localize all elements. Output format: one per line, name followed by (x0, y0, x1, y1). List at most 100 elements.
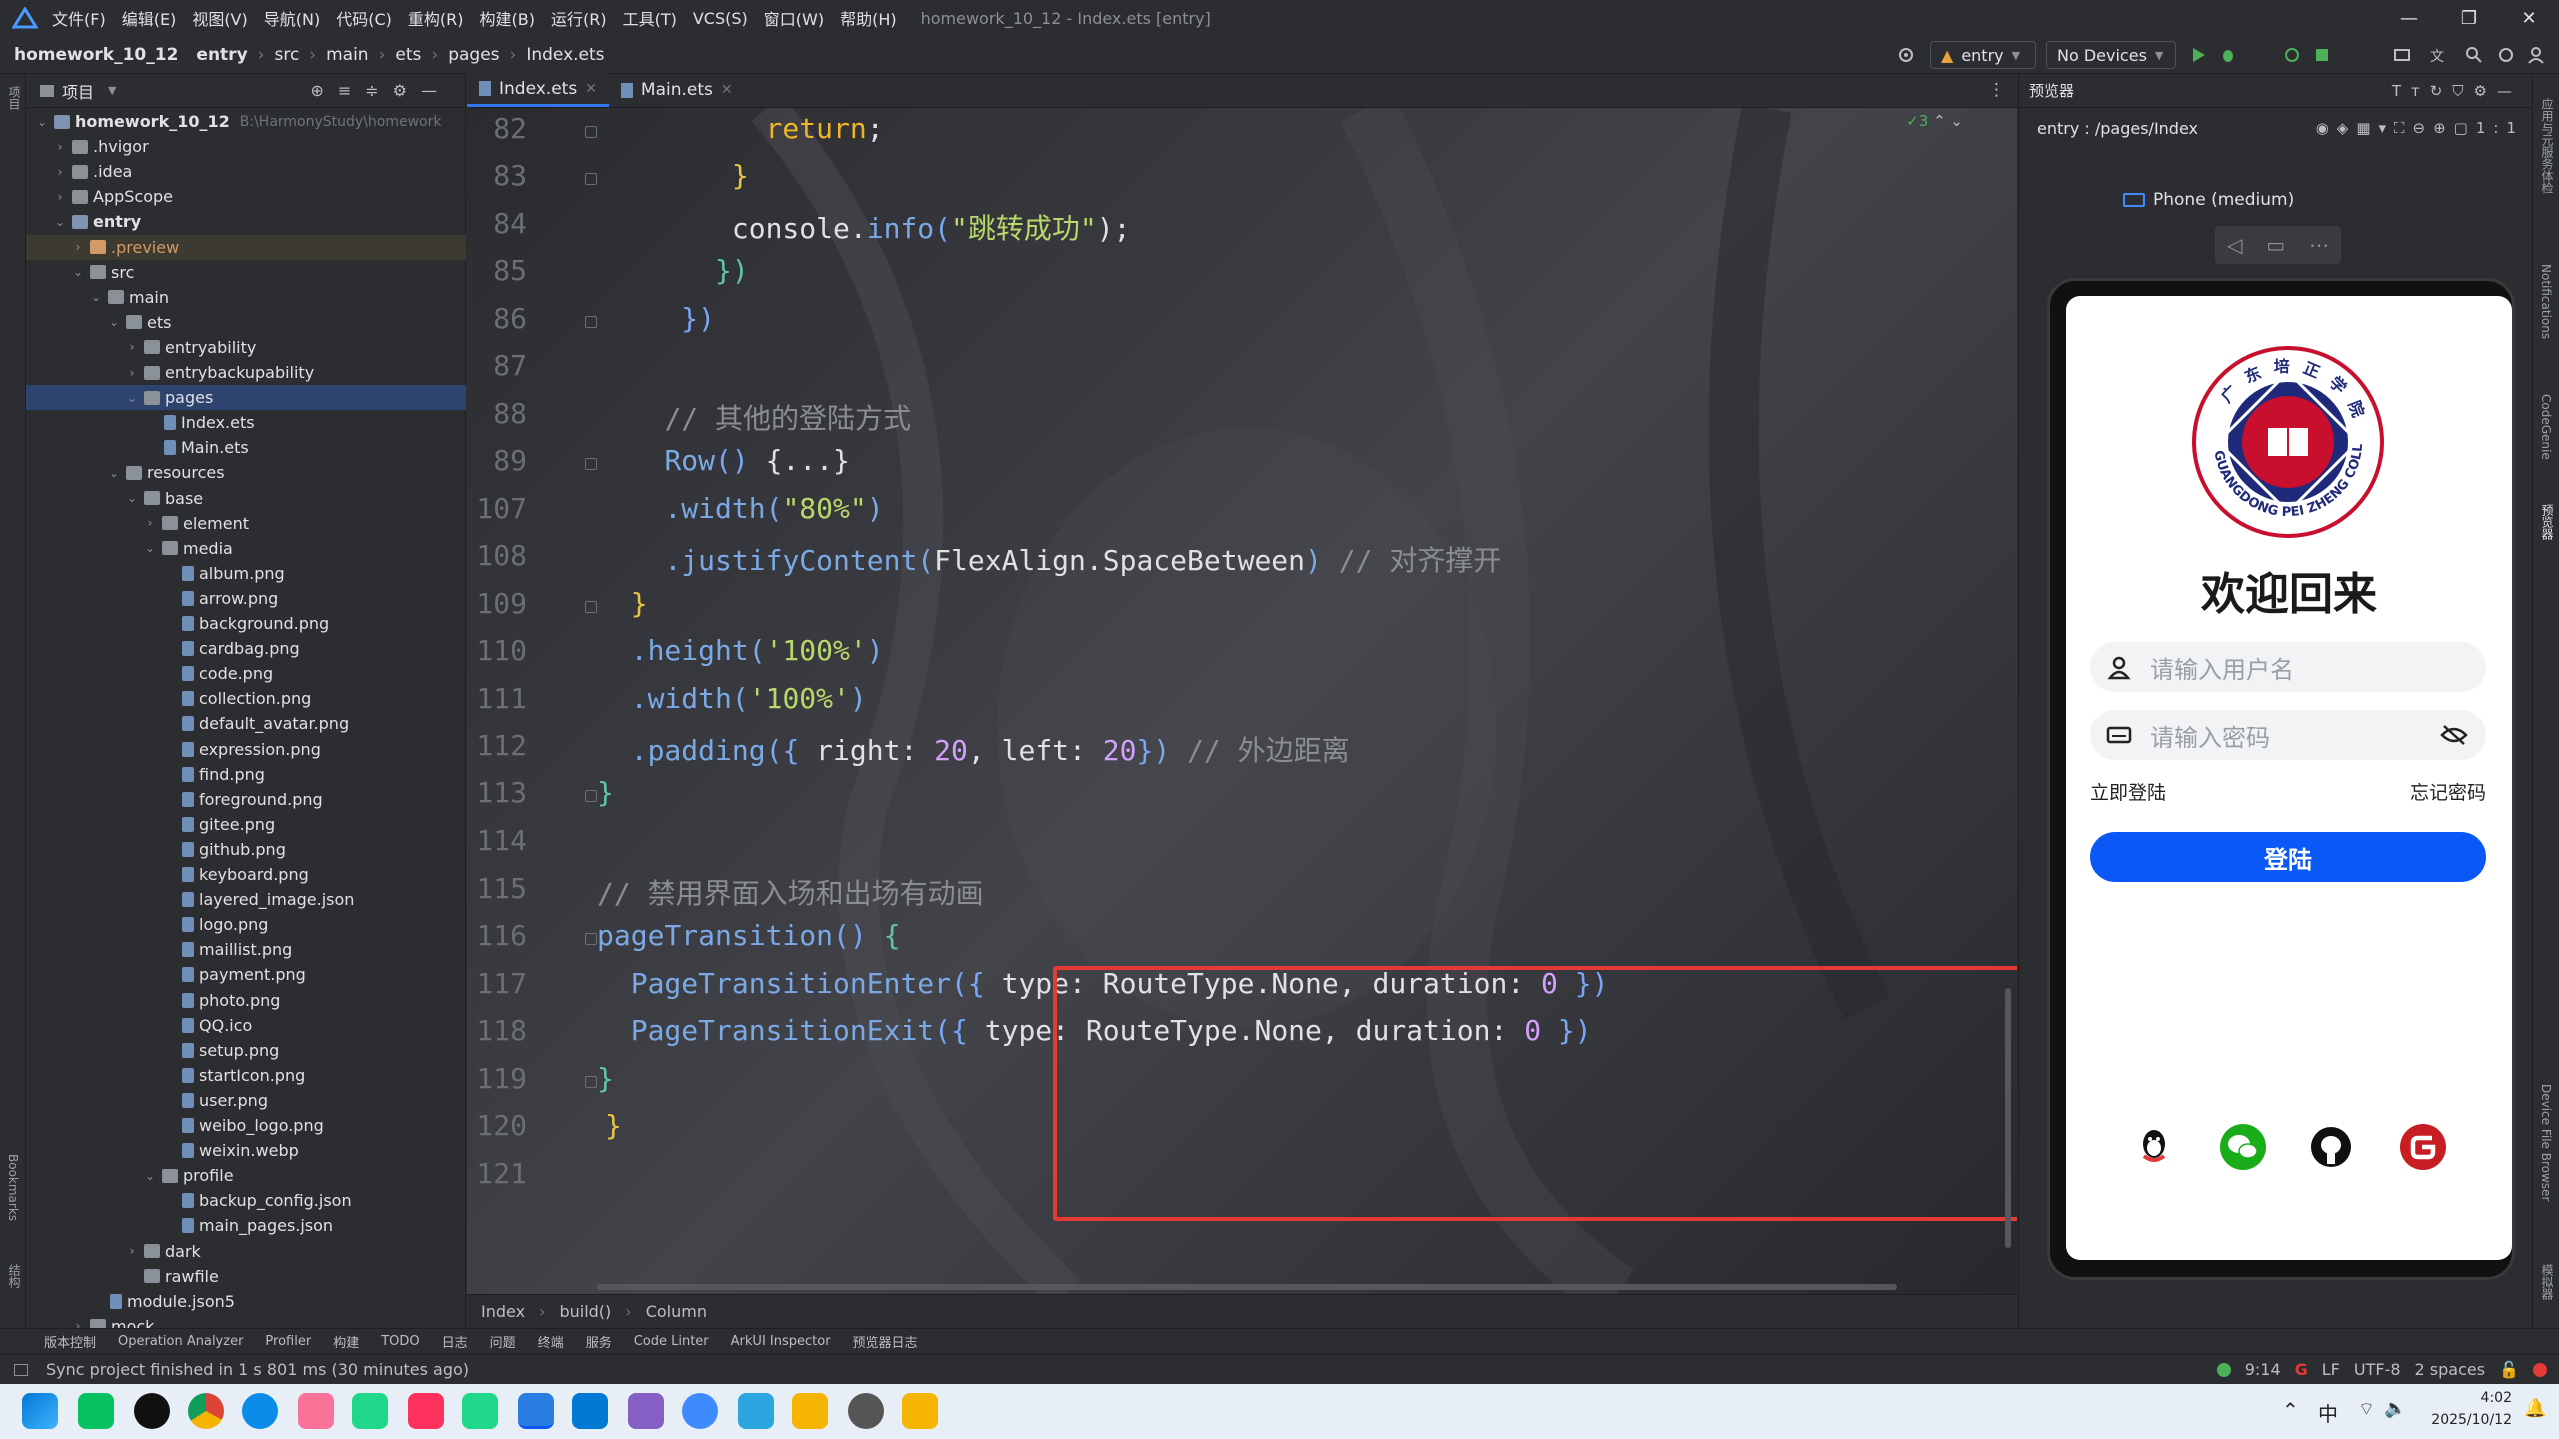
line-separator[interactable]: LF (2322, 1360, 2340, 1379)
tree-item-album-png[interactable]: album.png (26, 561, 466, 586)
project-panel-title[interactable]: 项目 (62, 79, 94, 103)
fold-marker-icon[interactable] (585, 790, 597, 802)
close-window-button[interactable]: ✕ (2500, 0, 2558, 36)
breadcrumb-ets[interactable]: ets (395, 45, 421, 65)
chat-app-icon[interactable] (682, 1393, 718, 1429)
tab-main-ets[interactable]: Main.ets ✕ (609, 73, 745, 107)
menu-file[interactable]: 文件(F) (52, 6, 106, 30)
chevron-down-icon[interactable]: ⌄ (142, 1169, 158, 1183)
tree-item-payment-png[interactable]: payment.png (26, 962, 466, 987)
breadcrumb-project[interactable]: homework_10_12 (14, 45, 178, 65)
run-icon[interactable] (2188, 45, 2208, 65)
tree-item-foreground-png[interactable]: foreground.png (26, 787, 466, 812)
chevron-right-icon[interactable]: › (52, 165, 68, 179)
more-icon[interactable]: ⋯ (2309, 233, 2329, 257)
tree-item-index-ets[interactable]: Index.ets (26, 410, 466, 435)
notifications-tool-tab[interactable]: Notifications (2539, 264, 2553, 339)
search-icon[interactable] (2464, 45, 2484, 65)
tree-item-background-png[interactable]: background.png (26, 611, 466, 636)
datagrip-app-icon[interactable] (462, 1393, 498, 1429)
maximize-button[interactable]: ❐ (2440, 0, 2498, 36)
tree-item-collection-png[interactable]: collection.png (26, 686, 466, 711)
bookmarks-tool-tab[interactable]: Bookmarks (6, 1154, 20, 1221)
translate-icon[interactable]: 文 (2428, 45, 2448, 65)
profile-icon[interactable] (2312, 45, 2332, 65)
tree-item-main-pages-json[interactable]: main_pages.json (26, 1213, 466, 1238)
crumb-build[interactable]: build() (559, 1302, 611, 1321)
tree-item-rawfile[interactable]: rawfile (26, 1264, 466, 1289)
tree-item-base[interactable]: ⌄ base (26, 486, 466, 511)
debug-icon[interactable] (2218, 45, 2238, 65)
register-link[interactable]: 立即登陆 (2090, 778, 2166, 805)
chevron-right-icon[interactable]: › (124, 340, 140, 354)
indent-setting[interactable]: 2 spaces (2415, 1360, 2486, 1379)
tree-item-github-png[interactable]: github.png (26, 837, 466, 862)
tree-item-backup-config-json[interactable]: backup_config.json (26, 1188, 466, 1213)
settings-gear-icon[interactable] (1896, 45, 1916, 65)
menu-run[interactable]: 运行(R) (551, 6, 607, 30)
tree-item-code-png[interactable]: code.png (26, 661, 466, 686)
tree-item-resources[interactable]: ⌄ resources (26, 460, 466, 485)
fold-marker-icon[interactable] (585, 126, 597, 138)
chevron-right-icon[interactable]: › (52, 140, 68, 154)
tree-item-maillist-png[interactable]: maillist.png (26, 937, 466, 962)
tree-item-main[interactable]: ⌄ main (26, 285, 466, 310)
fold-marker-icon[interactable] (585, 1076, 597, 1088)
tree-item-cardbag-png[interactable]: cardbag.png (26, 636, 466, 661)
close-tab-icon[interactable]: ✕ (721, 82, 733, 98)
tree-item-weixin-webp[interactable]: weixin.webp (26, 1138, 466, 1163)
fold-marker-icon[interactable] (585, 173, 597, 185)
tool-operation-analyzer[interactable]: Operation Analyzer (118, 1334, 243, 1349)
account-icon[interactable] (2526, 45, 2546, 65)
module-select[interactable]: ▲ entry ▼ (1930, 41, 2036, 69)
tool-log[interactable]: 日志 (442, 1332, 468, 1351)
tool-previewer-log[interactable]: 预览器日志 (853, 1332, 918, 1351)
chevron-down-icon[interactable]: ⌄ (124, 491, 140, 505)
tree-item-qq-ico[interactable]: QQ.ico (26, 1013, 466, 1038)
chevron-down-icon[interactable]: ⌄ (70, 265, 86, 279)
close-tab-icon[interactable]: ✕ (585, 81, 597, 97)
chevron-right-icon[interactable]: › (52, 190, 68, 204)
fold-marker-icon[interactable] (585, 316, 597, 328)
tool-code-linter[interactable]: Code Linter (634, 1334, 709, 1349)
status-message[interactable]: Sync project finished in 1 s 801 ms (30 … (46, 1360, 469, 1379)
menu-help[interactable]: 帮助(H) (840, 6, 897, 30)
tree-item-hvigor[interactable]: › .hvigor (26, 134, 466, 159)
tree-item-weibo-logo-png[interactable]: weibo_logo.png (26, 1113, 466, 1138)
menu-refactor[interactable]: 重构(R) (408, 6, 464, 30)
breadcrumb-file[interactable]: Index.ets (526, 45, 604, 65)
previewer-route[interactable]: entry : /pages/Index (2037, 119, 2198, 138)
chevron-down-icon[interactable]: ⌄ (34, 115, 50, 129)
explorer-app-icon[interactable] (902, 1393, 938, 1429)
tree-item-logo-png[interactable]: logo.png (26, 912, 466, 937)
ide-settings-icon[interactable] (2496, 45, 2516, 65)
tool-build[interactable]: 构建 (333, 1332, 359, 1351)
forgot-password-link[interactable]: 忘记密码 (2410, 778, 2486, 805)
breadcrumb-src[interactable]: src (274, 45, 299, 65)
caret-position[interactable]: 9:14 (2245, 1360, 2281, 1379)
tree-item-arrow-png[interactable]: arrow.png (26, 586, 466, 611)
visual-studio-app-icon[interactable] (628, 1393, 664, 1429)
intellij-app-icon[interactable] (408, 1393, 444, 1429)
device-file-browser-tool-tab[interactable]: Device File Browser (2539, 1084, 2553, 1201)
chevron-right-icon[interactable]: › (142, 516, 158, 530)
tree-item-homework-10-12[interactable]: ⌄ homework_10_12 B:\HarmonyStudy\homework (26, 109, 466, 134)
chevron-down-icon[interactable]: ⌄ (88, 290, 104, 304)
crumb-column[interactable]: Column (646, 1302, 707, 1321)
chevron-down-icon[interactable]: ⌄ (52, 215, 68, 229)
fold-marker-icon[interactable] (585, 601, 597, 613)
vscode-app-icon[interactable] (572, 1393, 608, 1429)
tree-item-photo-png[interactable]: photo.png (26, 988, 466, 1013)
tool-vcs[interactable]: 版本控制 (44, 1332, 96, 1351)
username-field[interactable]: 请输入用户名 (2090, 642, 2486, 692)
breadcrumb-main[interactable]: main (326, 45, 368, 65)
edge-app-icon[interactable] (242, 1393, 278, 1429)
menu-view[interactable]: 视图(V) (192, 6, 247, 30)
minimize-button[interactable]: — (2380, 0, 2438, 36)
app-check-tool-tab[interactable]: 应用与元服务体检 (2539, 98, 2556, 194)
ime-indicator[interactable]: 中 (2318, 1398, 2338, 1427)
tree-item-module-json5[interactable]: module.json5 (26, 1289, 466, 1314)
crumb-index[interactable]: Index (481, 1302, 525, 1321)
breadcrumb-pages[interactable]: pages (448, 45, 499, 65)
tool-services[interactable]: 服务 (586, 1332, 612, 1351)
